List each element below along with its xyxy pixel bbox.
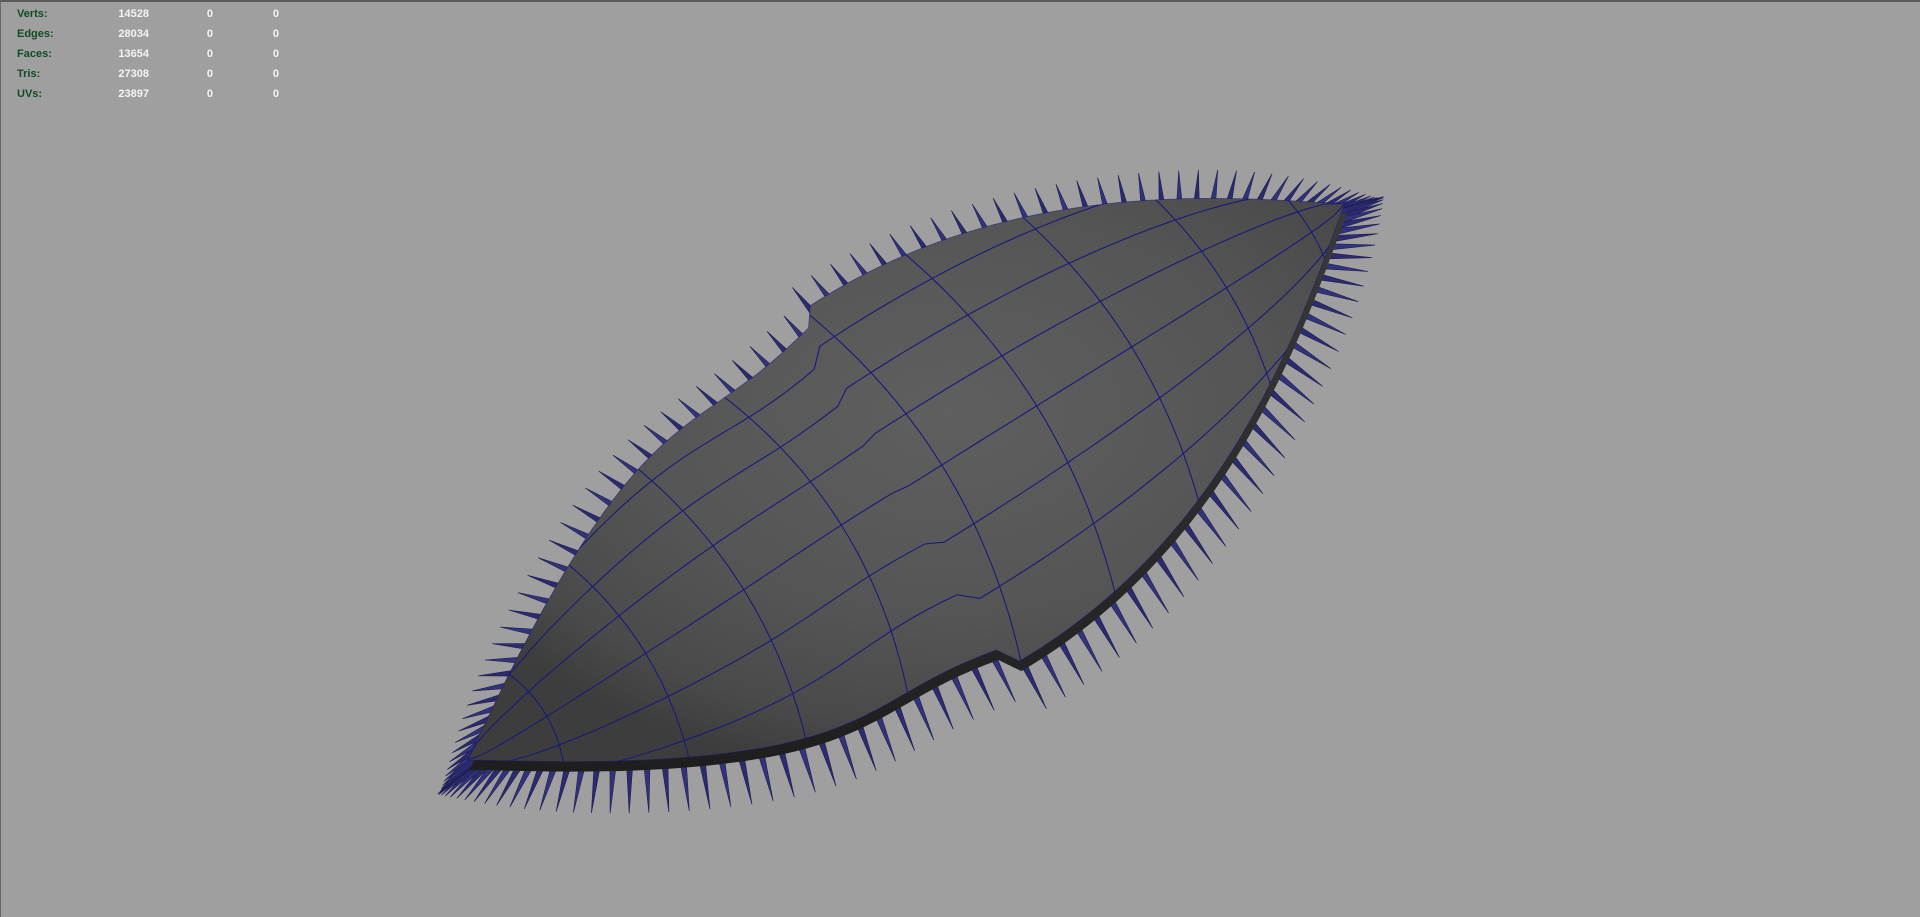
hud-label: Faces: bbox=[17, 48, 52, 60]
hud-selected-value: 0 bbox=[206, 8, 213, 20]
hud-component-value: 0 bbox=[272, 8, 279, 20]
hud-label: UVs: bbox=[17, 88, 43, 100]
poly-count-hud: Verts: 14528 0 0 Edges: 28034 0 0 Faces:… bbox=[17, 4, 279, 104]
hud-total-value: 27308 bbox=[118, 68, 149, 80]
hud-total-value: 28034 bbox=[118, 28, 149, 40]
hud-total-value: 13654 bbox=[118, 48, 149, 60]
hud-selected-value: 0 bbox=[206, 28, 213, 40]
hud-component-value: 0 bbox=[272, 88, 279, 100]
hud-total-value: 23897 bbox=[118, 88, 149, 100]
3d-viewport[interactable]: Verts: 14528 0 0 Edges: 28034 0 0 Faces:… bbox=[0, 0, 1920, 917]
hud-row-tris: Tris: 27308 0 0 bbox=[17, 64, 279, 84]
hud-row-uvs: UVs: 23897 0 0 bbox=[17, 84, 279, 104]
mesh-scene[interactable] bbox=[1, 2, 1920, 917]
hud-label: Edges: bbox=[17, 28, 54, 40]
hud-selected-value: 0 bbox=[206, 68, 213, 80]
hud-row-edges: Edges: 28034 0 0 bbox=[17, 24, 279, 44]
hud-row-faces: Faces: 13654 0 0 bbox=[17, 44, 279, 64]
hud-selected-value: 0 bbox=[206, 88, 213, 100]
hud-label: Tris: bbox=[17, 68, 41, 80]
hud-label: Verts: bbox=[17, 8, 48, 20]
hud-component-value: 0 bbox=[272, 28, 279, 40]
hud-row-verts: Verts: 14528 0 0 bbox=[17, 4, 279, 24]
hud-component-value: 0 bbox=[272, 48, 279, 60]
hud-selected-value: 0 bbox=[206, 48, 213, 60]
hud-total-value: 14528 bbox=[118, 8, 149, 20]
hud-component-value: 0 bbox=[272, 68, 279, 80]
